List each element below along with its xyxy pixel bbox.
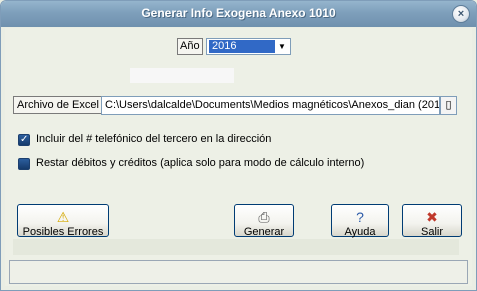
exit-label: Salir — [420, 226, 443, 238]
excel-file-label: Archivo de Excel — [13, 96, 103, 114]
window-title: Generar Info Exogena Anexo 1010 — [141, 6, 336, 20]
possible-errors-label: Posibles Errores — [22, 226, 104, 238]
subtract-checkbox[interactable] — [18, 158, 30, 170]
progress-area — [13, 239, 459, 255]
browse-button[interactable]: ▯ — [440, 96, 457, 115]
warning-icon: ⚠ — [56, 209, 70, 225]
help-icon: ? — [356, 209, 364, 225]
include-phone-checkbox[interactable] — [18, 134, 30, 146]
browse-icon: ▯ — [445, 99, 452, 111]
printer-icon: ⎙ — [258, 209, 270, 225]
close-icon: × — [457, 8, 465, 20]
help-label: Ayuda — [344, 226, 376, 238]
excel-path-input[interactable]: C:\Users\dalcalde\Documents\Medios magné… — [101, 96, 440, 115]
chevron-down-icon[interactable]: ▼ — [275, 40, 289, 53]
generate-label: Generar — [243, 226, 285, 238]
dialog-window: Generar Info Exogena Anexo 1010 × Año 20… — [0, 0, 477, 291]
exit-icon: ✖ — [426, 209, 438, 225]
include-phone-label: Incluir del # telefónico del tercero en … — [36, 133, 272, 145]
year-selected-value: 2016 — [209, 40, 275, 53]
generate-button[interactable]: ⎙ Generar — [234, 204, 294, 238]
exit-button[interactable]: ✖ Salir — [402, 204, 462, 238]
blank-field — [130, 68, 234, 83]
title-bar: Generar Info Exogena Anexo 1010 × — [1, 1, 476, 27]
help-button[interactable]: ? Ayuda — [331, 204, 389, 238]
subtract-label: Restar débitos y créditos (aplica solo p… — [36, 157, 365, 169]
close-button[interactable]: × — [452, 5, 470, 23]
possible-errors-button[interactable]: ⚠ Posibles Errores — [17, 204, 109, 238]
year-label: Año — [177, 38, 203, 55]
year-select[interactable]: 2016 ▼ — [206, 38, 291, 55]
status-bar — [9, 260, 468, 284]
